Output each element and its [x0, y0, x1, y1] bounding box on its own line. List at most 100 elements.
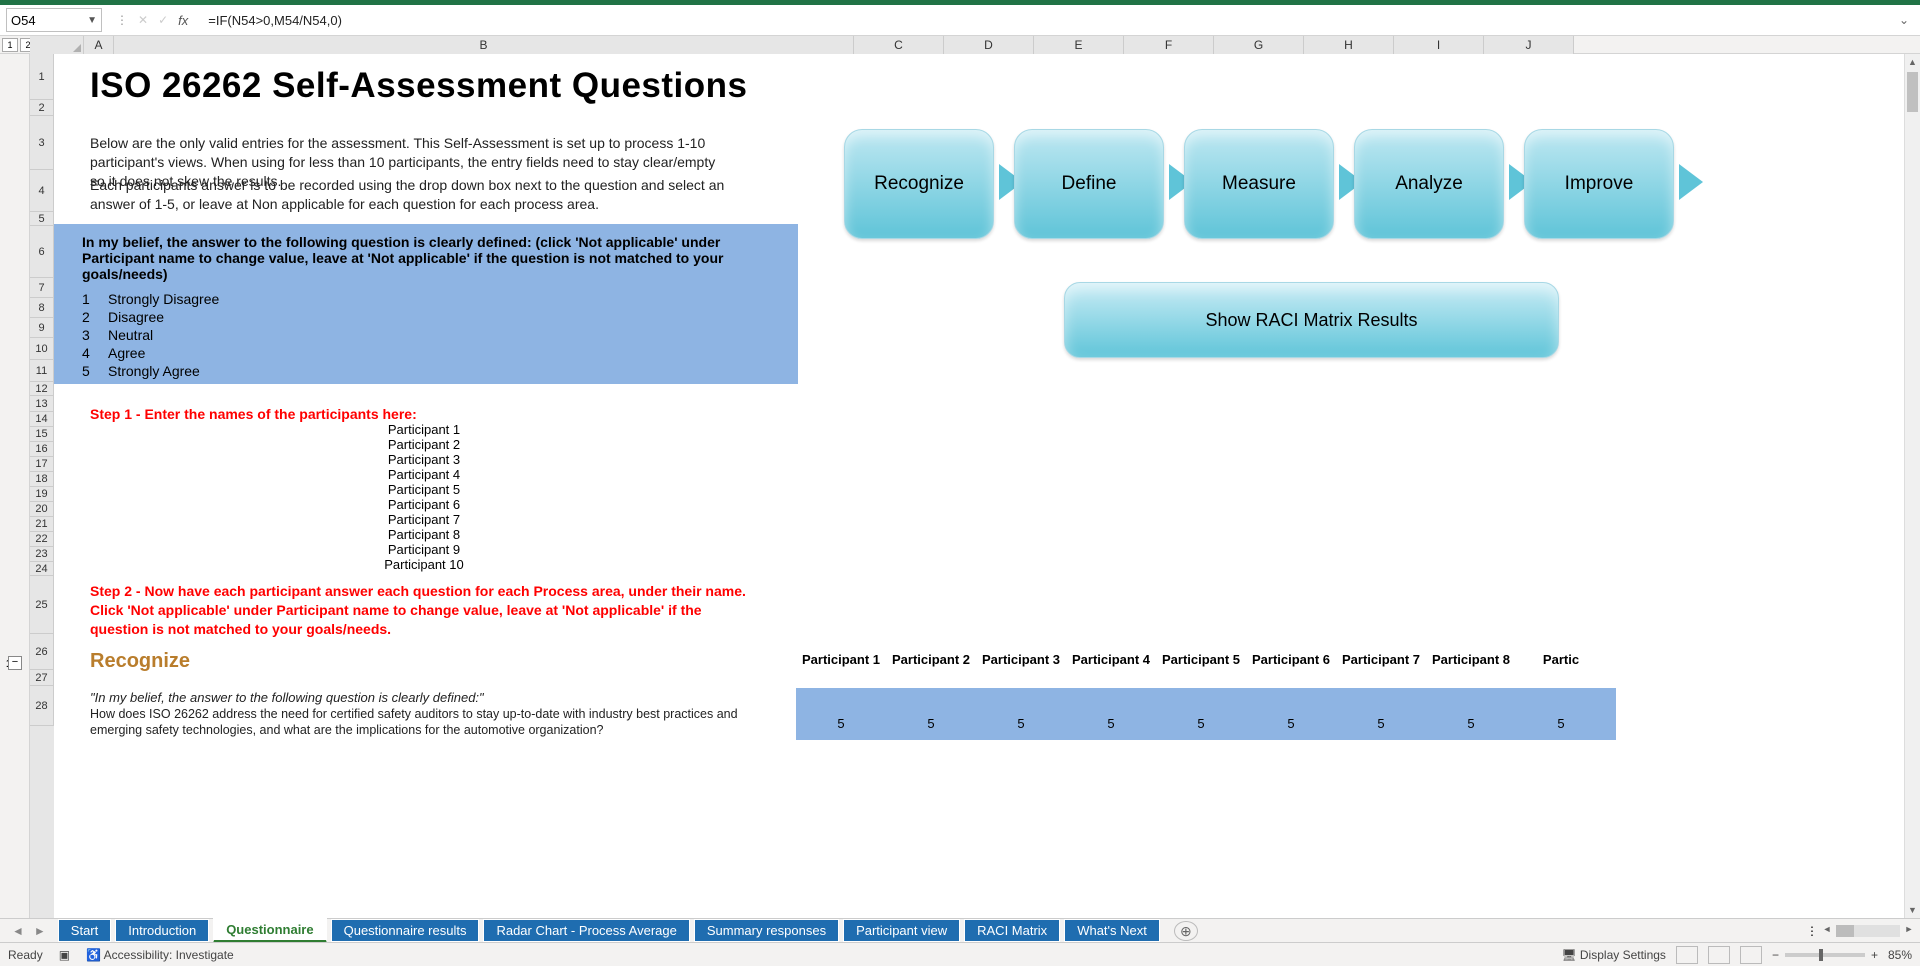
formula-input[interactable]: =IF(N54>0,M54/N54,0) — [202, 8, 1888, 32]
macro-record-icon[interactable]: ▣ — [59, 948, 70, 962]
participant-name[interactable]: Participant 10 — [54, 557, 794, 572]
row-header-12[interactable]: 12 — [30, 382, 54, 396]
grid-body[interactable]: ISO 26262 Self-Assessment Questions Belo… — [54, 54, 1920, 918]
row-header-7[interactable]: 7 — [30, 278, 54, 298]
zoom-value[interactable]: 85% — [1888, 948, 1912, 962]
scroll-right-icon[interactable]: ► — [1902, 924, 1916, 938]
answer-cell[interactable]: 5 — [1426, 716, 1516, 731]
row-header-24[interactable]: 24 — [30, 562, 54, 576]
participant-name[interactable]: Participant 2 — [54, 437, 794, 452]
hscroll-dots-icon[interactable]: ⋮ — [1806, 924, 1818, 938]
col-header-b[interactable]: B — [114, 36, 854, 54]
row-header-5[interactable]: 5 — [30, 212, 54, 226]
answer-cell[interactable]: 5 — [976, 716, 1066, 731]
row-header-11[interactable]: 11 — [30, 360, 54, 382]
name-box[interactable]: O54 ▼ — [6, 8, 102, 32]
row-header-9[interactable]: 9 — [30, 318, 54, 338]
process-recognize-button[interactable]: Recognize — [844, 129, 994, 239]
process-define-button[interactable]: Define — [1014, 129, 1164, 239]
participant-name[interactable]: Participant 6 — [54, 497, 794, 512]
col-header-g[interactable]: G — [1214, 36, 1304, 54]
process-improve-button[interactable]: Improve — [1524, 129, 1674, 239]
sheet-tab-participant-view[interactable]: Participant view — [843, 919, 960, 942]
outline-level-1[interactable]: 1 — [2, 38, 18, 52]
row-header-4[interactable]: 4 — [30, 170, 54, 212]
outline-collapse-icon[interactable]: − — [8, 656, 22, 670]
row-header-27[interactable]: 27 — [30, 670, 54, 686]
row-header-20[interactable]: 20 — [30, 502, 54, 517]
row-header-6[interactable]: 6 — [30, 226, 54, 278]
row-header-18[interactable]: 18 — [30, 472, 54, 487]
answer-cell[interactable]: 5 — [796, 716, 886, 731]
answer-cell[interactable]: 5 — [1156, 716, 1246, 731]
sheet-tab-questionnaire[interactable]: Questionnaire — [213, 918, 326, 943]
page-layout-button[interactable] — [1708, 946, 1730, 964]
formula-expand-icon[interactable]: ⌄ — [1894, 13, 1914, 27]
row-header-14[interactable]: 14 — [30, 412, 54, 427]
scroll-down-icon[interactable]: ▼ — [1905, 902, 1920, 918]
vertical-scrollbar[interactable]: ▲ ▼ — [1904, 54, 1920, 918]
show-raci-button[interactable]: Show RACI Matrix Results — [1064, 282, 1559, 358]
participant-name[interactable]: Participant 8 — [54, 527, 794, 542]
participant-name[interactable]: Participant 4 — [54, 467, 794, 482]
col-header-d[interactable]: D — [944, 36, 1034, 54]
horizontal-scrollbar[interactable]: ⋮ ◄ ► — [1806, 923, 1916, 939]
row-header-22[interactable]: 22 — [30, 532, 54, 547]
zoom-slider[interactable]: − + — [1772, 948, 1878, 962]
process-measure-button[interactable]: Measure — [1184, 129, 1334, 239]
col-header-c[interactable]: C — [854, 36, 944, 54]
answer-cell[interactable]: 5 — [1246, 716, 1336, 731]
display-settings-button[interactable]: 🖥 Display Settings — [1561, 948, 1666, 962]
sheet-tab-summary-responses[interactable]: Summary responses — [694, 919, 839, 942]
sheet-tab-introduction[interactable]: Introduction — [115, 919, 209, 942]
answer-cell[interactable]: 5 — [1066, 716, 1156, 731]
col-header-h[interactable]: H — [1304, 36, 1394, 54]
row-header-3[interactable]: 3 — [30, 116, 54, 170]
select-all-triangle[interactable] — [30, 36, 84, 54]
row-header-17[interactable]: 17 — [30, 457, 54, 472]
row-header-13[interactable]: 13 — [30, 396, 54, 412]
row-header-10[interactable]: 10 — [30, 338, 54, 360]
sheet-tab-start[interactable]: Start — [58, 919, 111, 942]
page-break-button[interactable] — [1740, 946, 1762, 964]
row-header-19[interactable]: 19 — [30, 487, 54, 502]
row-header-15[interactable]: 15 — [30, 427, 54, 442]
zoom-in-icon[interactable]: + — [1871, 948, 1878, 962]
row-header-21[interactable]: 21 — [30, 517, 54, 532]
row-header-16[interactable]: 16 — [30, 442, 54, 457]
sheet-tab-radar-chart-process-average[interactable]: Radar Chart - Process Average — [483, 919, 689, 942]
participant-name[interactable]: Participant 1 — [54, 422, 794, 437]
sheet-tab-what-s-next[interactable]: What's Next — [1064, 919, 1160, 942]
row-header-8[interactable]: 8 — [30, 298, 54, 318]
participant-name[interactable]: Participant 3 — [54, 452, 794, 467]
zoom-thumb[interactable] — [1819, 949, 1823, 961]
row-header-25[interactable]: 25 — [30, 576, 54, 634]
process-analyze-button[interactable]: Analyze — [1354, 129, 1504, 239]
row-header-2[interactable]: 2 — [30, 100, 54, 116]
participant-name[interactable]: Participant 7 — [54, 512, 794, 527]
sheet-tab-raci-matrix[interactable]: RACI Matrix — [964, 919, 1060, 942]
chevron-down-icon[interactable]: ▼ — [87, 15, 97, 26]
hscroll-thumb[interactable] — [1836, 925, 1854, 937]
scroll-up-icon[interactable]: ▲ — [1905, 54, 1920, 70]
answer-cell[interactable]: 5 — [1516, 716, 1606, 731]
answer-cell[interactable]: 5 — [1336, 716, 1426, 731]
normal-view-button[interactable] — [1676, 946, 1698, 964]
participant-name[interactable]: Participant 9 — [54, 542, 794, 557]
col-header-i[interactable]: I — [1394, 36, 1484, 54]
tab-nav-arrows[interactable]: ◄► — [0, 924, 58, 938]
col-header-f[interactable]: F — [1124, 36, 1214, 54]
zoom-out-icon[interactable]: − — [1772, 948, 1779, 962]
scroll-left-icon[interactable]: ◄ — [1820, 924, 1834, 938]
row-header-28[interactable]: 28 — [30, 686, 54, 726]
col-header-a[interactable]: A — [84, 36, 114, 54]
row-header-26[interactable]: 26 — [30, 634, 54, 670]
answer-cell[interactable]: 5 — [886, 716, 976, 731]
col-header-j[interactable]: J — [1484, 36, 1574, 54]
row-header-1[interactable]: 1 — [30, 54, 54, 100]
new-sheet-button[interactable]: ⊕ — [1174, 921, 1198, 941]
row-header-23[interactable]: 23 — [30, 547, 54, 562]
accessibility-status[interactable]: ♿ Accessibility: Investigate — [86, 948, 234, 962]
scroll-thumb[interactable] — [1907, 72, 1918, 112]
participant-name[interactable]: Participant 5 — [54, 482, 794, 497]
